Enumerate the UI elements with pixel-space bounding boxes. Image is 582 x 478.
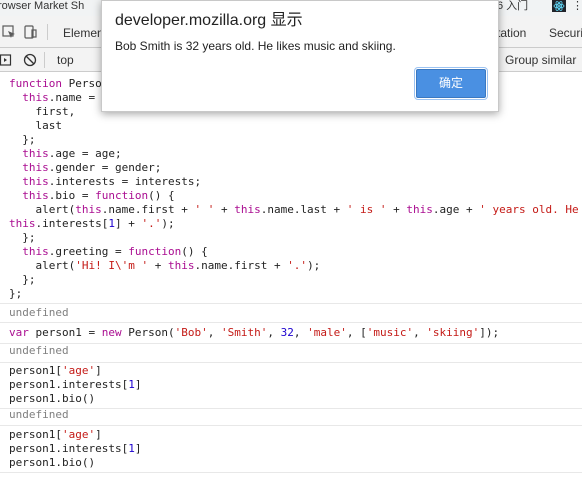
code-line: person1['age'] bbox=[9, 428, 102, 441]
code-line: this.name = bbox=[22, 91, 102, 104]
code-line: this.interests = interests; bbox=[22, 175, 202, 188]
result-value: undefined bbox=[9, 306, 69, 319]
code-line: person1['age'] bbox=[9, 364, 102, 377]
code-line: this.greeting = function() { bbox=[22, 245, 208, 258]
code-line: this.age = age; bbox=[22, 147, 122, 160]
code-line: this.gender = gender; bbox=[22, 161, 162, 174]
tab-elements[interactable]: Elemen bbox=[63, 26, 104, 40]
code-line: function Perso bbox=[9, 77, 102, 90]
code-line: var person1 = new Person('Bob', 'Smith',… bbox=[9, 326, 500, 339]
code-line: last bbox=[9, 119, 62, 132]
tab-security[interactable]: Securi bbox=[549, 26, 582, 40]
code-line: person1.bio() bbox=[9, 392, 96, 405]
alert-message: Bob Smith is 32 years old. He likes musi… bbox=[115, 39, 396, 53]
code-line: person1.interests[1] bbox=[9, 442, 142, 455]
console-input-message: person1['age'] person1.interests[1] pers… bbox=[0, 362, 582, 409]
result-value: undefined bbox=[9, 344, 69, 357]
code-line: this.interests[1] + '.'); bbox=[9, 217, 175, 230]
browser-tab-right-label[interactable]: 6 入门 bbox=[497, 0, 528, 12]
toolbar-divider bbox=[44, 52, 45, 68]
code-line: alert(this.name.first + ' ' + this.name.… bbox=[9, 203, 579, 216]
console-result-message: undefined bbox=[0, 304, 582, 322]
result-value: undefined bbox=[9, 408, 69, 421]
context-selector[interactable]: top bbox=[57, 53, 74, 67]
code-line: person1.interests[1] bbox=[9, 378, 142, 391]
console-input-message: var person1 = new Person('Bob', 'Smith',… bbox=[0, 322, 582, 344]
alert-title: developer.mozilla.org 显示 bbox=[115, 12, 303, 29]
browser-tab-title[interactable]: rowser Market Sh bbox=[0, 0, 84, 12]
react-devtools-icon[interactable] bbox=[552, 0, 566, 12]
code-line: first, bbox=[9, 105, 76, 118]
ok-button[interactable]: 确定 bbox=[414, 67, 488, 100]
code-line: }; bbox=[9, 231, 36, 244]
group-similar-checkbox-label[interactable]: Group similar bbox=[505, 53, 576, 67]
console-output[interactable]: function Perso this.name = first, last }… bbox=[0, 72, 582, 478]
code-line: person1.bio() bbox=[9, 456, 96, 469]
code-line: }; bbox=[9, 287, 23, 300]
show-sidebar-icon[interactable] bbox=[0, 53, 14, 67]
console-input-message: person1['age'] person1.interests[1] pers… bbox=[0, 425, 582, 473]
code-line: }; bbox=[9, 273, 36, 286]
more-icon[interactable]: ⋮ bbox=[572, 0, 582, 12]
tab-application[interactable]: tation bbox=[497, 26, 526, 40]
code-line: this.bio = function() { bbox=[22, 189, 175, 202]
inspect-element-icon[interactable] bbox=[2, 25, 16, 39]
console-result-message: undefined bbox=[0, 344, 582, 362]
console-result-message: undefined bbox=[0, 408, 582, 423]
code-line: alert('Hi! I\'m ' + this.name.first + '.… bbox=[9, 259, 321, 272]
alert-dialog: developer.mozilla.org 显示 Bob Smith is 32… bbox=[101, 0, 499, 112]
code-line: }; bbox=[9, 133, 36, 146]
device-toolbar-icon[interactable] bbox=[23, 25, 37, 39]
toolbar-divider bbox=[47, 24, 48, 40]
clear-console-icon[interactable] bbox=[23, 53, 37, 67]
